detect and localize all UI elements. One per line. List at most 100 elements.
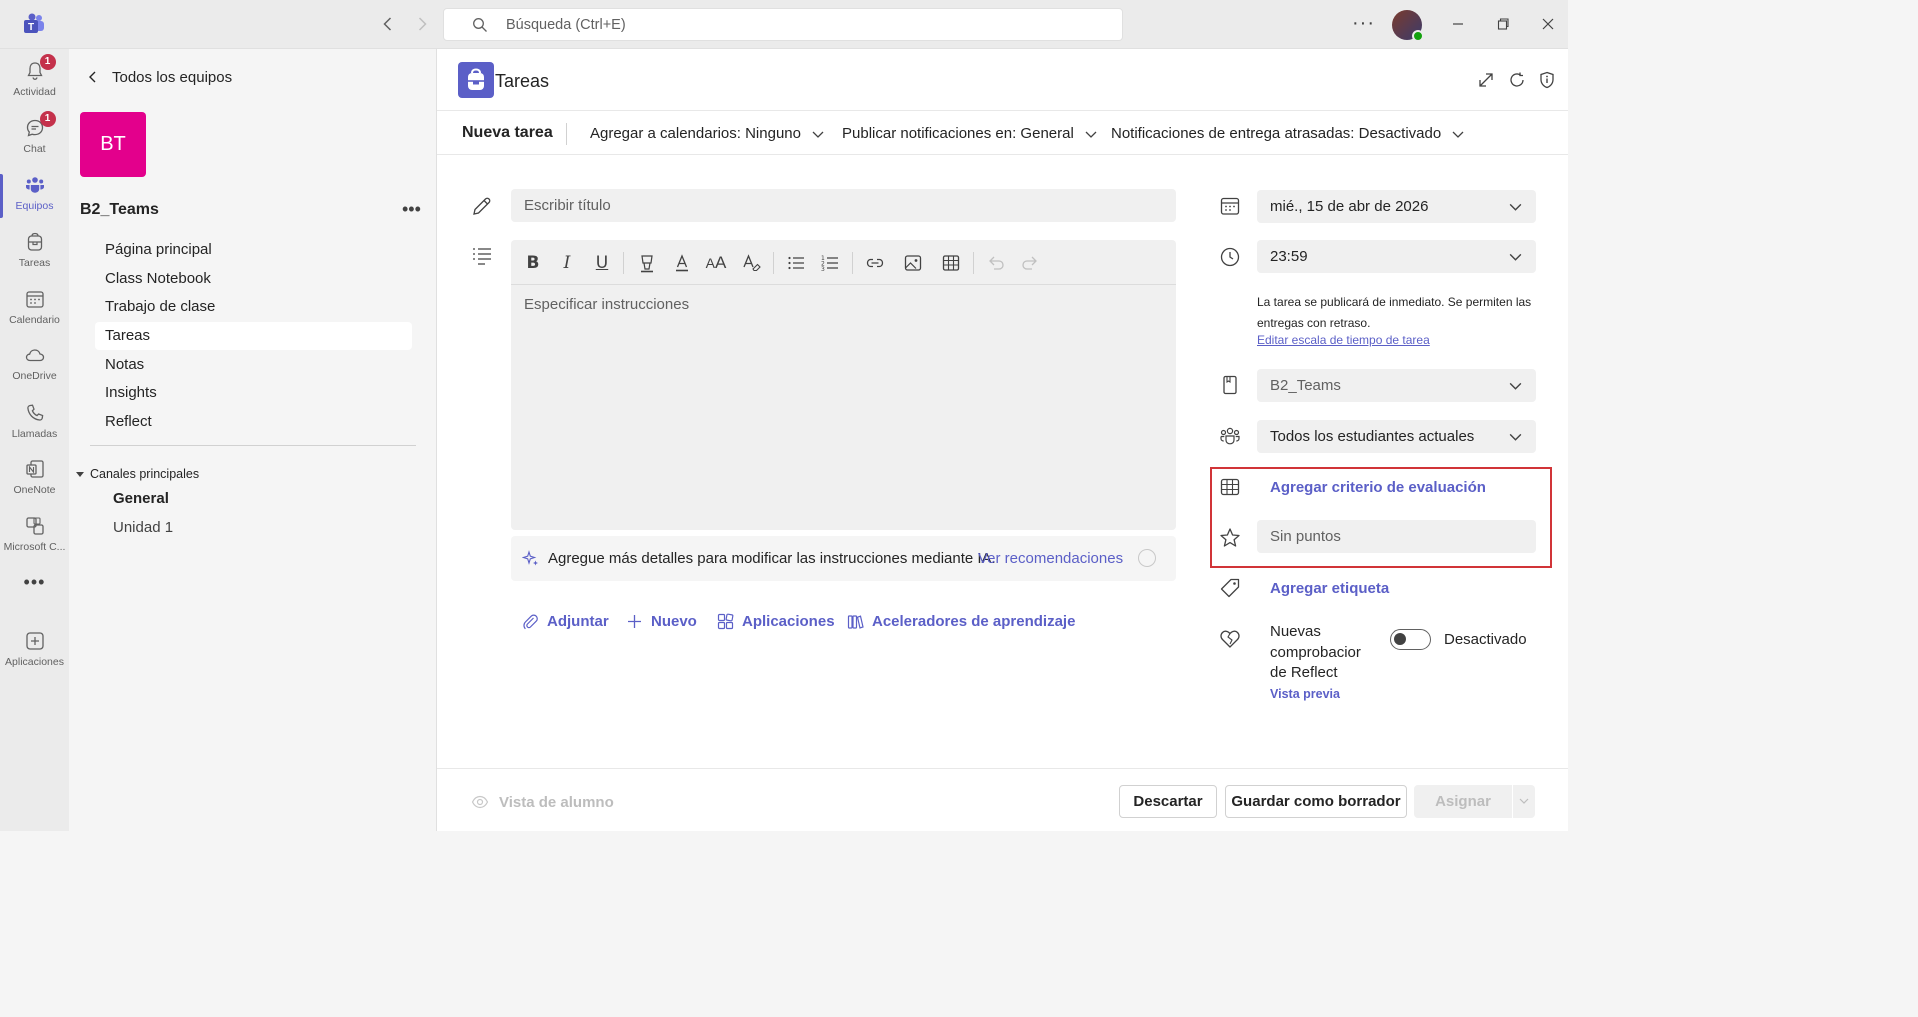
refresh-icon[interactable] [1507, 70, 1527, 90]
late-notifications-dropdown[interactable]: Notificaciones de entrega atrasadas: Des… [1111, 125, 1465, 142]
chevron-down-icon [1509, 203, 1522, 211]
rail-item-activity[interactable]: 1 Actividad [0, 54, 69, 110]
search-icon [472, 17, 488, 33]
learning-accelerators-button[interactable]: Aceleradores de aprendizaje [847, 613, 1075, 630]
reflect-toggle[interactable] [1390, 629, 1431, 650]
numbered-list-icon[interactable]: 123 [819, 252, 841, 274]
ai-toggle-circle[interactable] [1138, 549, 1156, 567]
back-arrow-icon[interactable] [378, 14, 398, 34]
tag-icon [1218, 576, 1242, 600]
nav-item-assignments[interactable]: Tareas [95, 322, 412, 350]
forward-arrow-icon[interactable] [412, 14, 432, 34]
rail-item-calendar[interactable]: Calendario [0, 282, 69, 338]
table-icon[interactable] [940, 252, 962, 274]
svg-text:T: T [28, 22, 34, 33]
add-to-calendar-dropdown[interactable]: Agregar a calendarios: Ninguno [590, 125, 825, 142]
rubric-grid-icon [1218, 475, 1242, 499]
rail-label: Llamadas [11, 428, 58, 440]
divider [566, 123, 567, 145]
shield-info-icon[interactable] [1537, 70, 1557, 90]
save-draft-button[interactable]: Guardar como borrador [1225, 785, 1407, 818]
schedule-note: La tarea se publicará de inmediato. Se p… [1257, 295, 1532, 330]
search-input[interactable]: Búsqueda (Ctrl+E) [443, 8, 1123, 41]
divider [90, 445, 416, 446]
ai-hint-text: Agregue más detalles para modificar las … [548, 550, 996, 567]
rail-item-calls[interactable]: Llamadas [0, 396, 69, 452]
minimize-icon[interactable] [1448, 14, 1468, 34]
see-recommendations-link[interactable]: Ver recomendaciones [978, 550, 1123, 567]
rail-item-teams[interactable]: Equipos [0, 168, 69, 224]
rail-item-onedrive[interactable]: OneDrive [0, 338, 69, 394]
rail-item-copilot[interactable]: Microsoft C... [0, 509, 69, 565]
nav-item-reflect[interactable]: Reflect [95, 408, 412, 436]
attach-button[interactable]: Adjuntar [522, 613, 609, 630]
class-dropdown[interactable]: B2_Teams [1257, 369, 1536, 402]
discard-button[interactable]: Descartar [1119, 785, 1217, 818]
due-time-picker[interactable]: 23:59 [1257, 240, 1536, 273]
clear-formatting-icon[interactable] [740, 252, 762, 274]
rail-label: Microsoft C... [3, 541, 66, 553]
rail-item-assignments[interactable]: Tareas [0, 225, 69, 281]
toggle-knob [1394, 633, 1406, 645]
italic-icon[interactable]: I [556, 252, 578, 274]
font-size-icon[interactable]: AA [705, 252, 727, 274]
nav-item-grades[interactable]: Notas [95, 351, 412, 379]
add-rubric-link[interactable]: Agregar criterio de evaluación [1270, 479, 1486, 496]
new-button[interactable]: Nuevo [626, 613, 697, 630]
nav-item-classwork[interactable]: Trabajo de clase [95, 293, 412, 321]
reflect-preview-link[interactable]: Vista previa [1270, 687, 1340, 701]
nav-item-insights[interactable]: Insights [95, 379, 412, 407]
bold-icon[interactable]: B [522, 252, 544, 274]
rail-label: Aplicaciones [5, 656, 64, 668]
due-date-picker[interactable]: mié., 15 de abr de 2026 [1257, 190, 1536, 223]
channel-unidad-1[interactable]: Unidad 1 [113, 519, 173, 536]
assignment-title-input[interactable]: Escribir título [511, 189, 1176, 222]
rail-item-onenote[interactable]: OneNote [0, 452, 69, 508]
channel-general[interactable]: General [113, 490, 169, 507]
link-icon[interactable] [864, 252, 886, 274]
assign-options-button[interactable] [1512, 785, 1535, 818]
search-placeholder: Búsqueda (Ctrl+E) [506, 17, 626, 33]
more-options-icon[interactable]: ··· [1352, 12, 1375, 35]
apps-button[interactable]: Aplicaciones [717, 613, 835, 630]
assign-button[interactable]: Asignar [1414, 785, 1512, 818]
student-view-button[interactable]: Vista de alumno [471, 793, 614, 811]
post-notifications-dropdown[interactable]: Publicar notificaciones en: General [842, 125, 1098, 142]
image-icon[interactable] [902, 252, 924, 274]
team-more-icon[interactable]: ••• [402, 199, 421, 220]
app-rail: 1 Actividad 1 Chat Equipos Tareas Calend… [0, 49, 69, 831]
expand-icon[interactable] [1476, 70, 1496, 90]
instructions-list-icon [470, 244, 494, 268]
chevron-left-icon [89, 71, 96, 83]
nav-item-home[interactable]: Página principal [95, 236, 412, 264]
add-tag-link[interactable]: Agregar etiqueta [1270, 580, 1389, 597]
rail-label: Chat [23, 143, 46, 155]
calendar-icon [24, 288, 46, 310]
rail-item-chat[interactable]: 1 Chat [0, 111, 69, 167]
books-icon [847, 615, 864, 629]
chevron-down-icon [1509, 433, 1522, 441]
bulleted-list-icon[interactable] [785, 252, 807, 274]
undo-icon[interactable] [985, 252, 1007, 274]
app-header: Tareas [437, 49, 1568, 111]
redo-icon[interactable] [1019, 252, 1041, 274]
chevron-down-icon [1509, 382, 1522, 390]
channels-header[interactable]: Canales principales [76, 467, 199, 481]
instructions-editor[interactable]: B I U AA 123 Especificar instrucciones [511, 240, 1176, 530]
font-color-icon[interactable] [671, 252, 693, 274]
close-icon[interactable] [1538, 14, 1558, 34]
app-title: Tareas [495, 71, 550, 91]
nav-item-class-notebook[interactable]: Class Notebook [95, 265, 412, 293]
rail-item-apps[interactable]: Aplicaciones [0, 624, 69, 680]
caret-down-icon [76, 471, 84, 477]
students-dropdown[interactable]: Todos los estudiantes actuales [1257, 420, 1536, 453]
highlight-icon[interactable] [636, 252, 658, 274]
back-to-all-teams[interactable]: Todos los equipos [86, 67, 232, 87]
avatar[interactable] [1392, 10, 1424, 42]
underline-icon[interactable]: U [591, 252, 613, 274]
restore-icon[interactable] [1493, 14, 1513, 34]
points-input[interactable]: Sin puntos [1257, 520, 1536, 553]
rail-more-icon[interactable]: ••• [0, 572, 69, 612]
edit-schedule-link[interactable]: Editar escala de tiempo de tarea [1257, 333, 1430, 347]
presence-available-icon [1412, 30, 1424, 42]
